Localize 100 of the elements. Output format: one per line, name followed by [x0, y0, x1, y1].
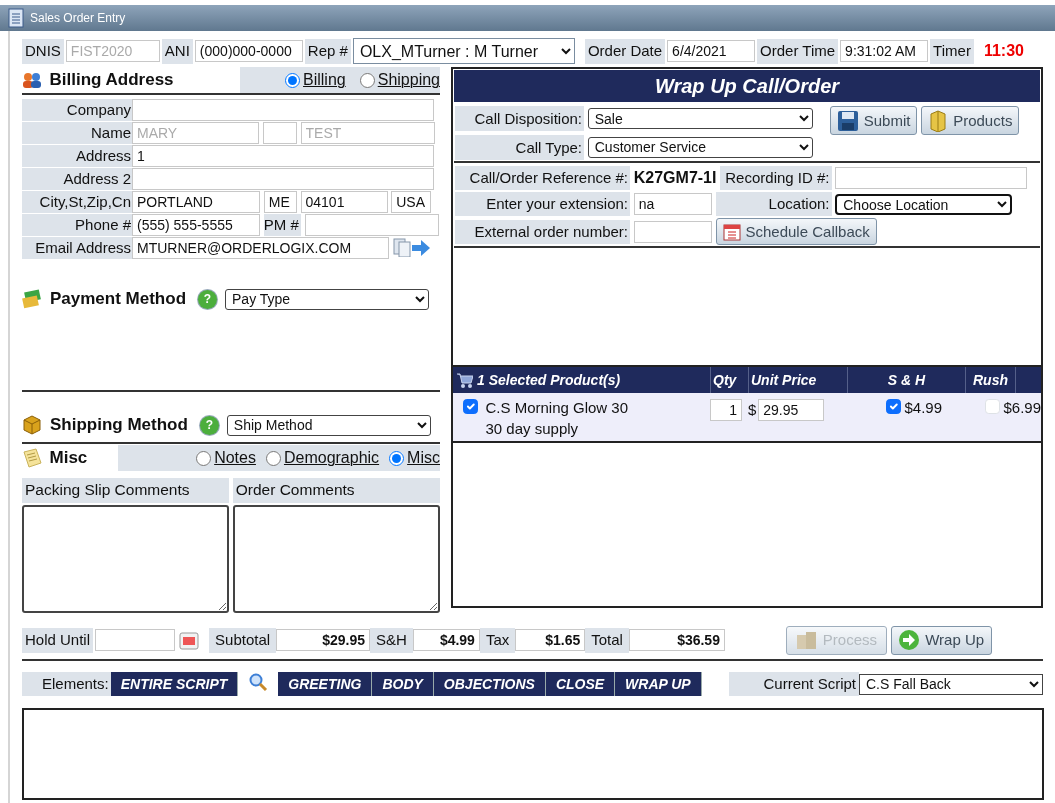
phone-field[interactable]: (555) 555-5555 [132, 214, 260, 236]
radio-label[interactable]: Shipping [377, 70, 440, 90]
select-checkbox[interactable] [463, 399, 478, 414]
radio-button[interactable] [196, 450, 212, 466]
script-tab[interactable]: OBJECTIONS [433, 672, 546, 696]
wrap-up-button[interactable]: Wrap Up [890, 625, 992, 655]
external-order-field[interactable] [633, 220, 712, 243]
state-field[interactable]: ME [263, 191, 297, 213]
comments-text-area[interactable] [22, 505, 229, 613]
method-select[interactable]: Ship Method [226, 414, 431, 436]
radio-label[interactable]: Demographic [283, 448, 380, 468]
field-label: Hold Until [22, 627, 94, 653]
location-select[interactable]: Choose Location [835, 193, 1013, 215]
field-label: Recording ID #: [719, 166, 832, 190]
field-label: External order number: [455, 219, 630, 244]
script-tab[interactable]: BODY [372, 672, 434, 696]
reference-value: K27GM7-1I [633, 168, 716, 188]
current-script-select[interactable]: C.S Fall Back [859, 673, 1043, 695]
text-field[interactable] [132, 99, 434, 121]
script-tab[interactable]: ENTIRE SCRIPT [110, 672, 239, 696]
field-label: Subtotal [209, 627, 277, 653]
order-time-field[interactable]: 9:31:02 AM [840, 40, 929, 62]
city-field[interactable]: PORTLAND [132, 191, 260, 213]
field-label: Phone # [22, 214, 132, 236]
radio-button[interactable] [265, 450, 281, 466]
radio-button[interactable] [389, 450, 405, 466]
field-label: DNIS [22, 38, 64, 64]
note-icon [22, 448, 42, 468]
first-name-field[interactable]: MARY [132, 122, 259, 144]
recording-id-field[interactable] [835, 167, 1028, 189]
package-icon [928, 109, 949, 132]
field-label: Company [22, 99, 132, 121]
script-text-area[interactable] [22, 708, 1044, 800]
search-icon [248, 672, 269, 692]
submit-button[interactable]: Submit [829, 106, 918, 135]
shipping-total-value: $4.99 [412, 629, 480, 651]
section-title: Payment Method [50, 288, 187, 310]
select-field[interactable]: Sale [587, 108, 813, 129]
last-name-field[interactable]: TEST [300, 122, 435, 144]
radio-button[interactable] [285, 72, 301, 88]
pm-field[interactable] [304, 214, 439, 236]
shipping-checkbox[interactable] [885, 399, 901, 414]
text-field[interactable]: 1 [132, 145, 434, 167]
arrow-circle-icon [898, 629, 921, 651]
rush-checkbox[interactable] [984, 399, 1000, 414]
rush-price: $6.99 [1003, 399, 1041, 417]
rep-select[interactable]: OLX_MTurner : M Turner [352, 38, 575, 64]
section-title: Shipping Method [50, 414, 188, 436]
shipping-price: $4.99 [904, 399, 943, 417]
zip-field[interactable]: 04101 [300, 191, 388, 213]
email-field[interactable]: MTURNER@ORDERLOGIX.COM [132, 237, 389, 259]
script-tab[interactable]: GREETING [278, 672, 373, 696]
comments-text-area[interactable] [232, 505, 440, 613]
product-description: 30 day supply [485, 420, 580, 438]
field-label: ANI [161, 38, 193, 64]
calendar-icon [722, 222, 741, 241]
price-field[interactable]: 29.95 [758, 399, 825, 421]
field-label: Current Script [729, 672, 859, 696]
script-tab[interactable]: CLOSE [545, 672, 616, 696]
country-field[interactable]: USA [391, 191, 432, 213]
ani-field[interactable]: (000)000-0000 [194, 40, 303, 62]
window-title: Sales Order Entry [30, 10, 126, 26]
text-field[interactable] [132, 168, 434, 190]
products-button[interactable]: Products [921, 106, 1020, 135]
box-icon [22, 415, 42, 435]
cart-icon [455, 371, 473, 389]
radio-label[interactable]: Misc [407, 448, 440, 468]
field-label: Email Address [22, 237, 132, 259]
field-label: PM # [263, 214, 301, 236]
panel-header: Wrap Up Call/Order [454, 70, 1040, 102]
subtotal-value: $29.95 [276, 629, 371, 651]
product-row[interactable]: C.S Morning Glow 30 30 day supply 1 $ 29.95 $4.99 $6.99 [453, 393, 1041, 443]
floppy-icon [836, 109, 859, 132]
qty-field[interactable]: 1 [709, 399, 742, 421]
field-label: Enter your extension: [455, 192, 630, 216]
extension-field[interactable]: na [633, 193, 712, 215]
tax-value: $1.65 [515, 629, 586, 651]
order-date-field[interactable]: 6/4/2021 [667, 40, 756, 62]
field-label: Call Type: [455, 134, 584, 160]
field-label: Location: [715, 192, 832, 216]
script-tab[interactable]: WRAP UP [615, 672, 702, 696]
field-label: Order Date [584, 38, 666, 64]
radio-button[interactable] [359, 72, 375, 88]
field-label: Elements: [22, 672, 111, 696]
total-value: $36.59 [628, 629, 725, 651]
hold-until-field[interactable] [95, 629, 176, 651]
field-label: Address 2 [22, 168, 132, 190]
method-select[interactable]: Pay Type [225, 288, 430, 310]
card-icon [22, 289, 42, 309]
field-label: Order Time [757, 38, 839, 64]
field-label: Total [585, 627, 629, 653]
radio-label[interactable]: Billing [303, 70, 346, 90]
radio-label[interactable]: Notes [214, 448, 256, 468]
boxes-icon [795, 629, 818, 651]
section-title: Misc [49, 447, 88, 469]
schedule-callback-button[interactable]: Schedule Callback [715, 218, 877, 245]
middle-initial-field[interactable] [262, 122, 297, 144]
select-field[interactable]: Customer Service [587, 136, 813, 158]
product-name: C.S Morning Glow 30 [485, 399, 629, 417]
dnis-field[interactable]: FIST2020 [65, 40, 160, 62]
